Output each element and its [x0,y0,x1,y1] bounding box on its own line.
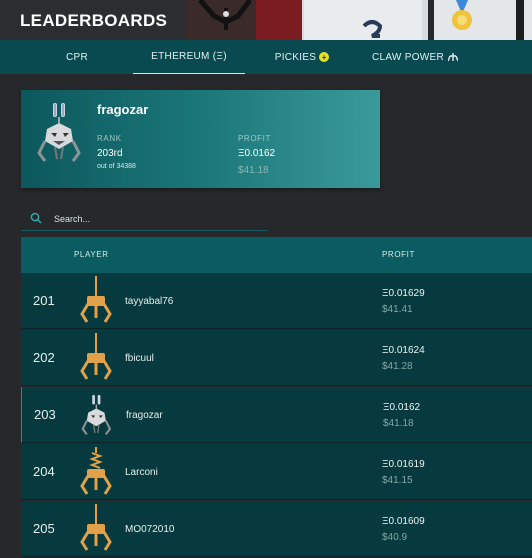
leaderboard-tabs: CPR ETHEREUM (Ξ) PICKIES + CLAW POWER [0,40,532,74]
search-bar [21,207,268,231]
rank-value: 203rd [97,148,123,159]
row-profit-usd: $41.15 [382,475,413,486]
robot-avatar-icon [81,394,112,435]
row-profit-usd: $40.9 [382,532,408,543]
tab-ethereum[interactable]: ETHEREUM (Ξ) [133,40,245,74]
search-icon [30,212,42,224]
table-row[interactable]: 203 fragozar Ξ0.0162 $41.18 [21,387,532,443]
profit-label: PROFIT [238,134,271,143]
row-rank: 203 [34,407,56,422]
coin-icon: + [319,52,330,62]
hero-banner-claw-image [186,0,302,40]
rank-label: RANK [97,134,122,143]
tab-pickies-label: PICKIES [274,51,317,63]
row-rank: 202 [33,350,55,365]
header-bar: LEADERBOARDS [0,0,532,40]
row-player-name: fbicuul [125,353,154,364]
tab-claw-power[interactable]: CLAW POWER [364,40,466,74]
current-player-card: fragozar RANK 203rd out of 34388 PROFIT … [21,90,380,188]
row-profit-usd: $41.41 [382,304,413,315]
row-profit-usd: $41.18 [383,418,414,429]
profit-eth: Ξ0.0162 [238,148,276,159]
tab-ethereum-label: ETHEREUM (Ξ) [151,51,227,62]
table-row[interactable]: 202 fbicuul Ξ0.01624 $41.28 [21,330,532,386]
row-player-name: Larconi [125,467,158,478]
tab-cpr-label: CPR [65,51,88,63]
claw-avatar-icon [80,276,112,323]
tab-pickies[interactable]: PICKIES + [262,40,342,74]
row-player-name: MO072010 [125,524,175,535]
row-profit-eth: Ξ0.01619 [382,459,425,470]
page-title: LEADERBOARDS [20,11,168,30]
player-column-header: PLAYER [74,250,109,259]
current-player-name: fragozar [97,102,149,117]
claw-avatar-icon [80,333,112,380]
table-row[interactable]: 205 MO072010 Ξ0.01609 $40.9 [21,501,532,557]
table-row[interactable]: 201 tayyabal76 Ξ0.01629 $41.41 [21,273,532,329]
tab-cpr[interactable]: CPR [46,40,108,74]
row-rank: 205 [33,521,55,536]
row-profit-eth: Ξ0.01629 [382,288,425,299]
table-row[interactable]: 204 Larconi Ξ0.01619 $41.15 [21,444,532,500]
profit-column-header: PROFIT [382,250,415,259]
row-player-name: tayyabal76 [125,296,174,307]
claw-power-icon [448,52,459,61]
claw-spring-avatar-icon [80,447,112,495]
row-rank: 201 [33,293,55,308]
row-profit-eth: Ξ0.0162 [383,402,421,413]
hero-banner-medal-image [428,0,532,40]
hero-banner-card-image [302,0,428,40]
row-profit-eth: Ξ0.01624 [382,345,425,356]
leaderboard-table-header: PLAYER PROFIT [21,237,532,273]
row-rank: 204 [33,464,55,479]
row-player-name: fragozar [126,410,163,421]
row-profit-eth: Ξ0.01609 [382,516,425,527]
robot-avatar-icon [37,103,81,162]
tab-claw-power-label: CLAW POWER [371,51,445,63]
row-profit-usd: $41.28 [382,361,413,372]
rank-total: out of 34388 [97,163,136,170]
search-input[interactable] [54,209,264,229]
profit-usd: $41.18 [238,165,269,176]
claw-avatar-icon [80,504,112,551]
